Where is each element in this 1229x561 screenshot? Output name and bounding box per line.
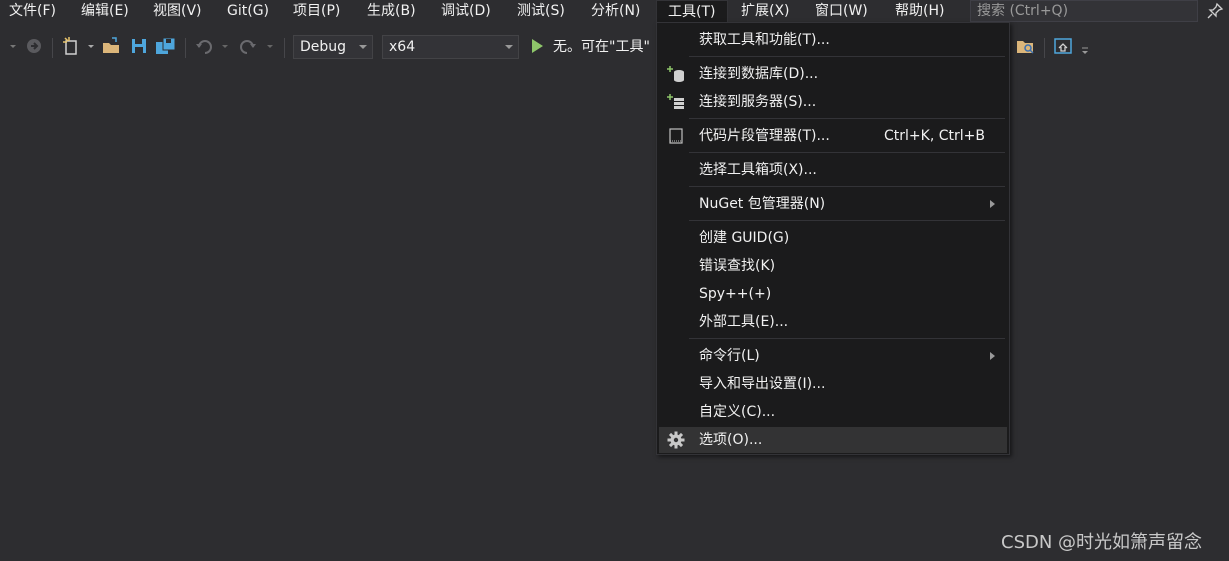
configuration-value: Debug xyxy=(300,39,347,55)
pin-icon[interactable] xyxy=(1206,2,1224,20)
toolbar-overflow-icon[interactable] xyxy=(1080,42,1090,60)
menu-analyze[interactable]: 分析(N) xyxy=(583,0,648,23)
menu-item-label: 导入和导出设置(I)... xyxy=(699,376,826,392)
run-target-label[interactable]: 无。可在"工具" xyxy=(553,36,650,56)
menu-item-label: 创建 GUID(G) xyxy=(699,230,790,246)
menu-separator xyxy=(689,338,1005,339)
toolbar-separator xyxy=(185,38,186,58)
menu-item-nuget[interactable]: NuGet 包管理器(N) xyxy=(659,191,1007,217)
menu-item-label: 选择工具箱项(X)... xyxy=(699,162,817,178)
save-icon[interactable] xyxy=(130,37,148,55)
menu-item-external-tools[interactable]: 外部工具(E)... xyxy=(659,309,1007,335)
submenu-arrow-icon xyxy=(990,200,995,208)
menu-item-label: 命令行(L) xyxy=(699,348,760,364)
play-icon[interactable] xyxy=(532,39,543,53)
menu-help[interactable]: 帮助(H) xyxy=(887,0,952,23)
gear-icon xyxy=(667,431,685,449)
menu-item-label: 外部工具(E)... xyxy=(699,314,789,330)
menu-git[interactable]: Git(G) xyxy=(219,0,277,23)
menu-bar: 文件(F) 编辑(E) 视图(V) Git(G) 项目(P) 生成(B) 调试(… xyxy=(0,0,1229,23)
menu-window[interactable]: 窗口(W) xyxy=(807,0,876,23)
home-window-icon[interactable] xyxy=(1053,37,1073,55)
undo-dropdown-icon[interactable] xyxy=(220,37,230,55)
toolbar-separator xyxy=(1044,38,1045,58)
menu-item-connect-server[interactable]: 连接到服务器(S)... xyxy=(659,89,1007,115)
chevron-down-icon xyxy=(505,45,513,49)
menu-separator xyxy=(689,220,1005,221)
menu-tools[interactable]: 工具(T) xyxy=(656,0,728,23)
server-connect-icon xyxy=(667,94,684,109)
toolbar-separator xyxy=(52,38,53,58)
save-all-icon[interactable] xyxy=(155,37,177,55)
menu-debug[interactable]: 调试(D) xyxy=(433,0,499,23)
menu-extensions[interactable]: 扩展(X) xyxy=(733,0,798,23)
menu-item-create-guid[interactable]: 创建 GUID(G) xyxy=(659,225,1007,251)
folder-search-icon[interactable] xyxy=(1016,37,1036,55)
menu-item-connect-database[interactable]: 连接到数据库(D)... xyxy=(659,61,1007,87)
new-dropdown-icon[interactable] xyxy=(86,37,96,55)
menu-item-label: 代码片段管理器(T)... xyxy=(699,128,830,144)
open-folder-icon[interactable] xyxy=(102,37,122,55)
new-project-icon[interactable] xyxy=(62,37,82,55)
menu-build[interactable]: 生成(B) xyxy=(359,0,424,23)
configuration-select[interactable]: Debug xyxy=(293,35,373,59)
platform-select[interactable]: x64 xyxy=(382,35,519,59)
menu-item-import-export-settings[interactable]: 导入和导出设置(I)... xyxy=(659,371,1007,397)
menu-separator xyxy=(689,56,1005,57)
chevron-down-icon xyxy=(359,45,367,49)
tools-menu-dropdown: 获取工具和功能(T)... 连接到数据库(D)... 连接到服务器(S)... … xyxy=(656,22,1010,455)
menu-item-label: 连接到数据库(D)... xyxy=(699,66,819,82)
menu-item-choose-toolbox[interactable]: 选择工具箱项(X)... xyxy=(659,157,1007,183)
menu-item-options[interactable]: 选项(O)... xyxy=(659,427,1007,453)
submenu-arrow-icon xyxy=(990,352,995,360)
menu-item-error-lookup[interactable]: 错误查找(K) xyxy=(659,253,1007,279)
menu-item-command-line[interactable]: 命令行(L) xyxy=(659,343,1007,369)
menu-file[interactable]: 文件(F) xyxy=(1,0,64,23)
menu-item-label: 连接到服务器(S)... xyxy=(699,94,817,110)
menu-separator xyxy=(689,186,1005,187)
database-connect-icon xyxy=(667,66,684,82)
search-input[interactable]: 搜索 (Ctrl+Q) xyxy=(970,0,1198,22)
menu-item-snippet-manager[interactable]: 代码片段管理器(T)... Ctrl+K, Ctrl+B xyxy=(659,123,1007,149)
redo-dropdown-icon[interactable] xyxy=(265,37,275,55)
menu-item-shortcut: Ctrl+K, Ctrl+B xyxy=(884,128,985,144)
menu-view[interactable]: 视图(V) xyxy=(145,0,210,23)
back-dropdown-icon[interactable] xyxy=(8,37,18,55)
menu-test[interactable]: 测试(S) xyxy=(509,0,573,23)
watermark: CSDN @时光如箫声留念 xyxy=(1001,532,1203,553)
menu-edit[interactable]: 编辑(E) xyxy=(73,0,137,23)
menu-item-label: Spy++(+) xyxy=(699,286,772,302)
toolbar-separator xyxy=(284,38,285,58)
menu-item-label: 错误查找(K) xyxy=(699,258,776,274)
menu-item-label: 选项(O)... xyxy=(699,432,763,448)
snippet-icon xyxy=(669,128,683,144)
menu-item-label: 自定义(C)... xyxy=(699,404,776,420)
menu-project[interactable]: 项目(P) xyxy=(285,0,348,23)
menu-separator xyxy=(689,118,1005,119)
undo-icon[interactable] xyxy=(195,37,213,55)
menu-item-spy[interactable]: Spy++(+) xyxy=(659,281,1007,307)
menu-item-get-tools[interactable]: 获取工具和功能(T)... xyxy=(659,27,1007,53)
menu-item-label: NuGet 包管理器(N) xyxy=(699,196,826,212)
platform-value: x64 xyxy=(389,39,416,55)
menu-separator xyxy=(689,152,1005,153)
menu-item-customize[interactable]: 自定义(C)... xyxy=(659,399,1007,425)
redo-icon[interactable] xyxy=(239,37,257,55)
navigate-forward-icon[interactable] xyxy=(25,37,43,55)
menu-item-label: 获取工具和功能(T)... xyxy=(699,32,830,48)
